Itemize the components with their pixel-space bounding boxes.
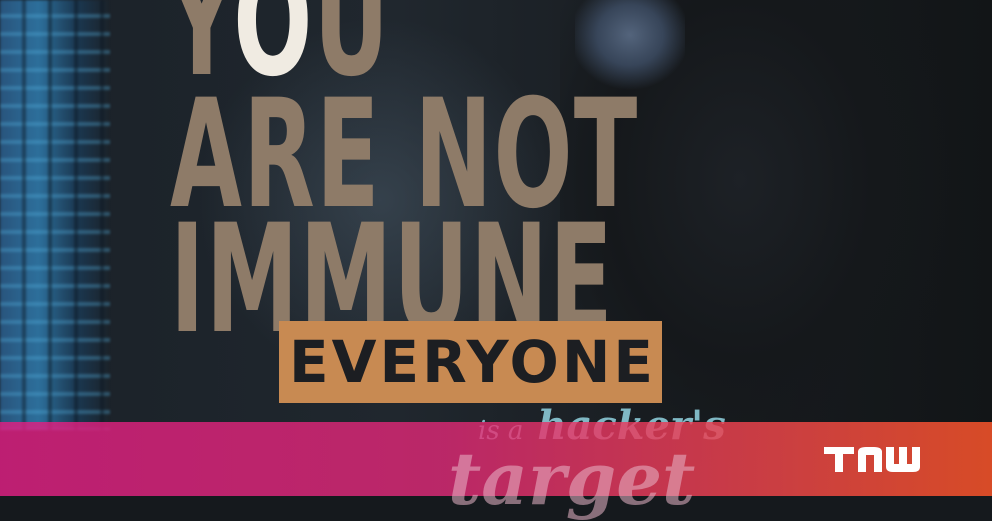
everyone-badge-text: EVERYONE (289, 328, 657, 396)
tagline-word-2: target (448, 436, 696, 521)
tnw-logo-icon (824, 447, 920, 472)
tnw-logo[interactable] (822, 444, 926, 474)
